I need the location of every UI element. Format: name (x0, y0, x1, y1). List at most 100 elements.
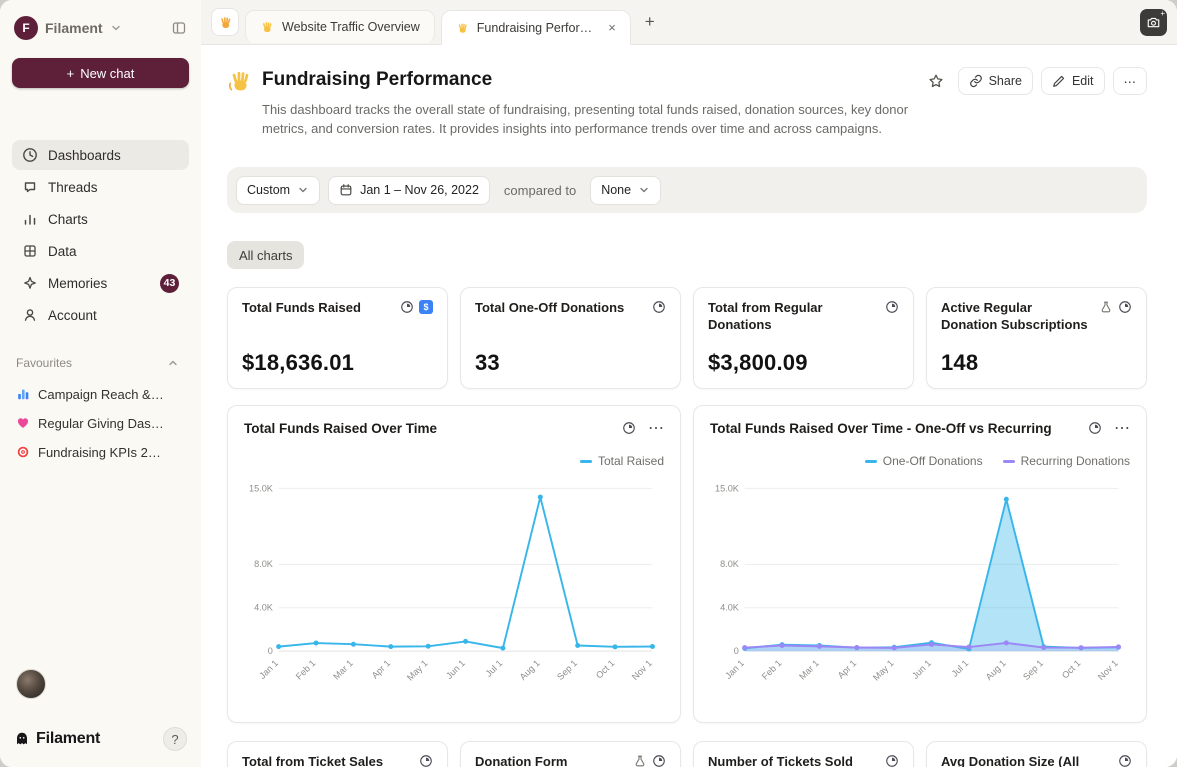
svg-text:0: 0 (734, 646, 739, 656)
page-header: Fundraising Performance This dashboard t… (227, 65, 1147, 145)
kpi-card-number-of-tickets-sold[interactable]: Number of Tickets Sold (693, 741, 914, 767)
chart-type-icon[interactable] (1088, 421, 1102, 435)
new-chat-label: New chat (80, 66, 134, 81)
svg-text:Aug 1: Aug 1 (518, 658, 542, 682)
new-chat-button[interactable]: + New chat (12, 58, 189, 88)
kpi-card-avg-donation-size[interactable]: Avg Donation Size (All (926, 741, 1147, 767)
favourite-label: Fundraising KPIs 2… (38, 445, 161, 460)
chart-type-icon[interactable] (419, 754, 433, 767)
tab-fundraising-performance[interactable]: Fundraising Performa… × (441, 10, 631, 45)
compare-select[interactable]: None (590, 176, 661, 205)
ellipsis-icon[interactable]: ⋯ (648, 418, 664, 438)
area-chart[interactable]: 04.0K8.0K15.0KJan 1Feb 1Mar 1Apr 1May 1J… (710, 472, 1130, 705)
kpi-value: $18,636.01 (242, 350, 433, 376)
threads-icon (22, 179, 38, 195)
favourite-item-campaign-reach[interactable]: Campaign Reach &… (12, 380, 189, 408)
svg-text:Mar 1: Mar 1 (331, 658, 355, 682)
app-window: F Filament + New chat Dashboards Threads… (0, 0, 1177, 767)
kpi-value: 33 (475, 350, 666, 376)
chevron-up-icon[interactable] (167, 357, 179, 369)
tab-label: Fundraising Performa… (477, 21, 600, 35)
chart-filter-row: All charts (227, 241, 1147, 269)
chart-type-icon[interactable] (1118, 300, 1132, 314)
sidebar-toggle-icon[interactable] (171, 20, 187, 36)
legend-label: Total Raised (598, 454, 664, 468)
svg-text:Feb 1: Feb 1 (294, 658, 318, 682)
kpi-title: Total Funds Raised (242, 300, 361, 317)
hand-wave-icon (260, 20, 274, 34)
svg-text:Nov 1: Nov 1 (630, 658, 654, 682)
calendar-icon (339, 183, 353, 197)
chart-type-icon[interactable] (622, 421, 636, 435)
kpi-card-total-one-off-donations[interactable]: Total One-Off Donations 33 (460, 287, 681, 389)
sidebar-nav: Dashboards Threads Charts Data Memories … (12, 140, 189, 330)
chart-legend: One-Off Donations Recurring Donations (710, 454, 1130, 468)
favourite-item-fundraising-kpis[interactable]: Fundraising KPIs 2… (12, 438, 189, 466)
favourite-label: Regular Giving Das… (38, 416, 164, 431)
kpi-card-donation-form-conversion[interactable]: Donation Form Conversion (460, 741, 681, 767)
sidebar-item-charts[interactable]: Charts (12, 204, 189, 234)
legend-swatch (580, 460, 592, 463)
sidebar-item-data[interactable]: Data (12, 236, 189, 266)
svg-text:Aug 1: Aug 1 (984, 658, 1008, 682)
legend-swatch (865, 460, 877, 463)
chart-type-icon[interactable] (652, 300, 666, 314)
chart-legend: Total Raised (244, 454, 664, 468)
svg-text:Jan 1: Jan 1 (723, 658, 746, 681)
more-options-button[interactable]: ⋯ (1113, 67, 1148, 95)
kpi-card-total-funds-raised[interactable]: Total Funds Raised $ $18,636.01 (227, 287, 448, 389)
svg-text:Apr 1: Apr 1 (836, 658, 859, 681)
share-button[interactable]: Share (958, 67, 1033, 95)
main-area: Website Traffic Overview Fundraising Per… (201, 0, 1177, 767)
chart-type-icon[interactable] (400, 300, 414, 314)
sidebar-item-memories[interactable]: Memories 43 (12, 268, 189, 298)
kpi-card-total-from-ticket-sales[interactable]: Total from Ticket Sales (227, 741, 448, 767)
favourites-header[interactable]: Favourites (12, 356, 189, 370)
kpi-title: Total from Regular Donations (708, 300, 877, 334)
chart-type-icon[interactable] (885, 754, 899, 767)
svg-text:Oct 1: Oct 1 (1060, 658, 1083, 681)
help-button[interactable]: ? (163, 727, 187, 751)
chevron-down-icon[interactable] (110, 22, 122, 34)
kpi-card-active-regular-subscriptions[interactable]: Active Regular Donation Subscriptions 14… (926, 287, 1147, 389)
kpi-card-total-from-regular-donations[interactable]: Total from Regular Donations $3,800.09 (693, 287, 914, 389)
all-charts-chip[interactable]: All charts (227, 241, 304, 269)
favourites-list: Campaign Reach &… Regular Giving Das… Fu… (12, 380, 189, 466)
legend-label: One-Off Donations (883, 454, 983, 468)
chart-type-icon[interactable] (885, 300, 899, 314)
chart-title: Total Funds Raised Over Time (244, 421, 437, 436)
chart-type-icon[interactable] (652, 754, 666, 767)
sidebar-item-threads[interactable]: Threads (12, 172, 189, 202)
tab-website-traffic-overview[interactable]: Website Traffic Overview (245, 10, 435, 43)
legend-label: Recurring Donations (1021, 454, 1130, 468)
ellipsis-icon[interactable]: ⋯ (1114, 418, 1130, 438)
date-range-picker[interactable]: Jan 1 – Nov 26, 2022 (328, 176, 490, 205)
chart-title: Total Funds Raised Over Time - One-Off v… (710, 421, 1052, 436)
brand-name: Filament (45, 20, 103, 36)
pinned-tab[interactable] (211, 8, 239, 36)
chart-card-one-off-vs-recurring: Total Funds Raised Over Time - One-Off v… (693, 405, 1147, 723)
chart-type-icon[interactable] (1118, 754, 1132, 767)
svg-text:Feb 1: Feb 1 (760, 658, 784, 682)
close-tab-icon[interactable]: × (608, 21, 616, 34)
hand-wave-icon (227, 68, 253, 94)
svg-text:Jun 1: Jun 1 (910, 658, 933, 681)
svg-text:Mar 1: Mar 1 (797, 658, 821, 682)
line-chart[interactable]: 04.0K8.0K15.0KJan 1Feb 1Mar 1Apr 1May 1J… (244, 472, 664, 705)
sidebar-item-dashboards[interactable]: Dashboards (12, 140, 189, 170)
edit-button[interactable]: Edit (1041, 67, 1105, 95)
hand-wave-icon (456, 21, 469, 35)
favourite-item-regular-giving[interactable]: Regular Giving Das… (12, 409, 189, 437)
date-range-type-select[interactable]: Custom (236, 176, 320, 205)
user-avatar[interactable] (16, 669, 46, 699)
screenshot-button[interactable]: + (1140, 9, 1167, 36)
favorite-star-button[interactable] (922, 67, 950, 95)
plus-icon: + (1160, 10, 1165, 18)
svg-text:Sep 1: Sep 1 (555, 658, 579, 682)
sidebar-item-account[interactable]: Account (12, 300, 189, 330)
chevron-down-icon (297, 184, 309, 196)
kpi-title: Total from Ticket Sales (242, 754, 383, 767)
heart-icon (16, 416, 30, 430)
svg-text:8.0K: 8.0K (720, 559, 739, 569)
new-tab-button[interactable]: + (637, 12, 663, 32)
